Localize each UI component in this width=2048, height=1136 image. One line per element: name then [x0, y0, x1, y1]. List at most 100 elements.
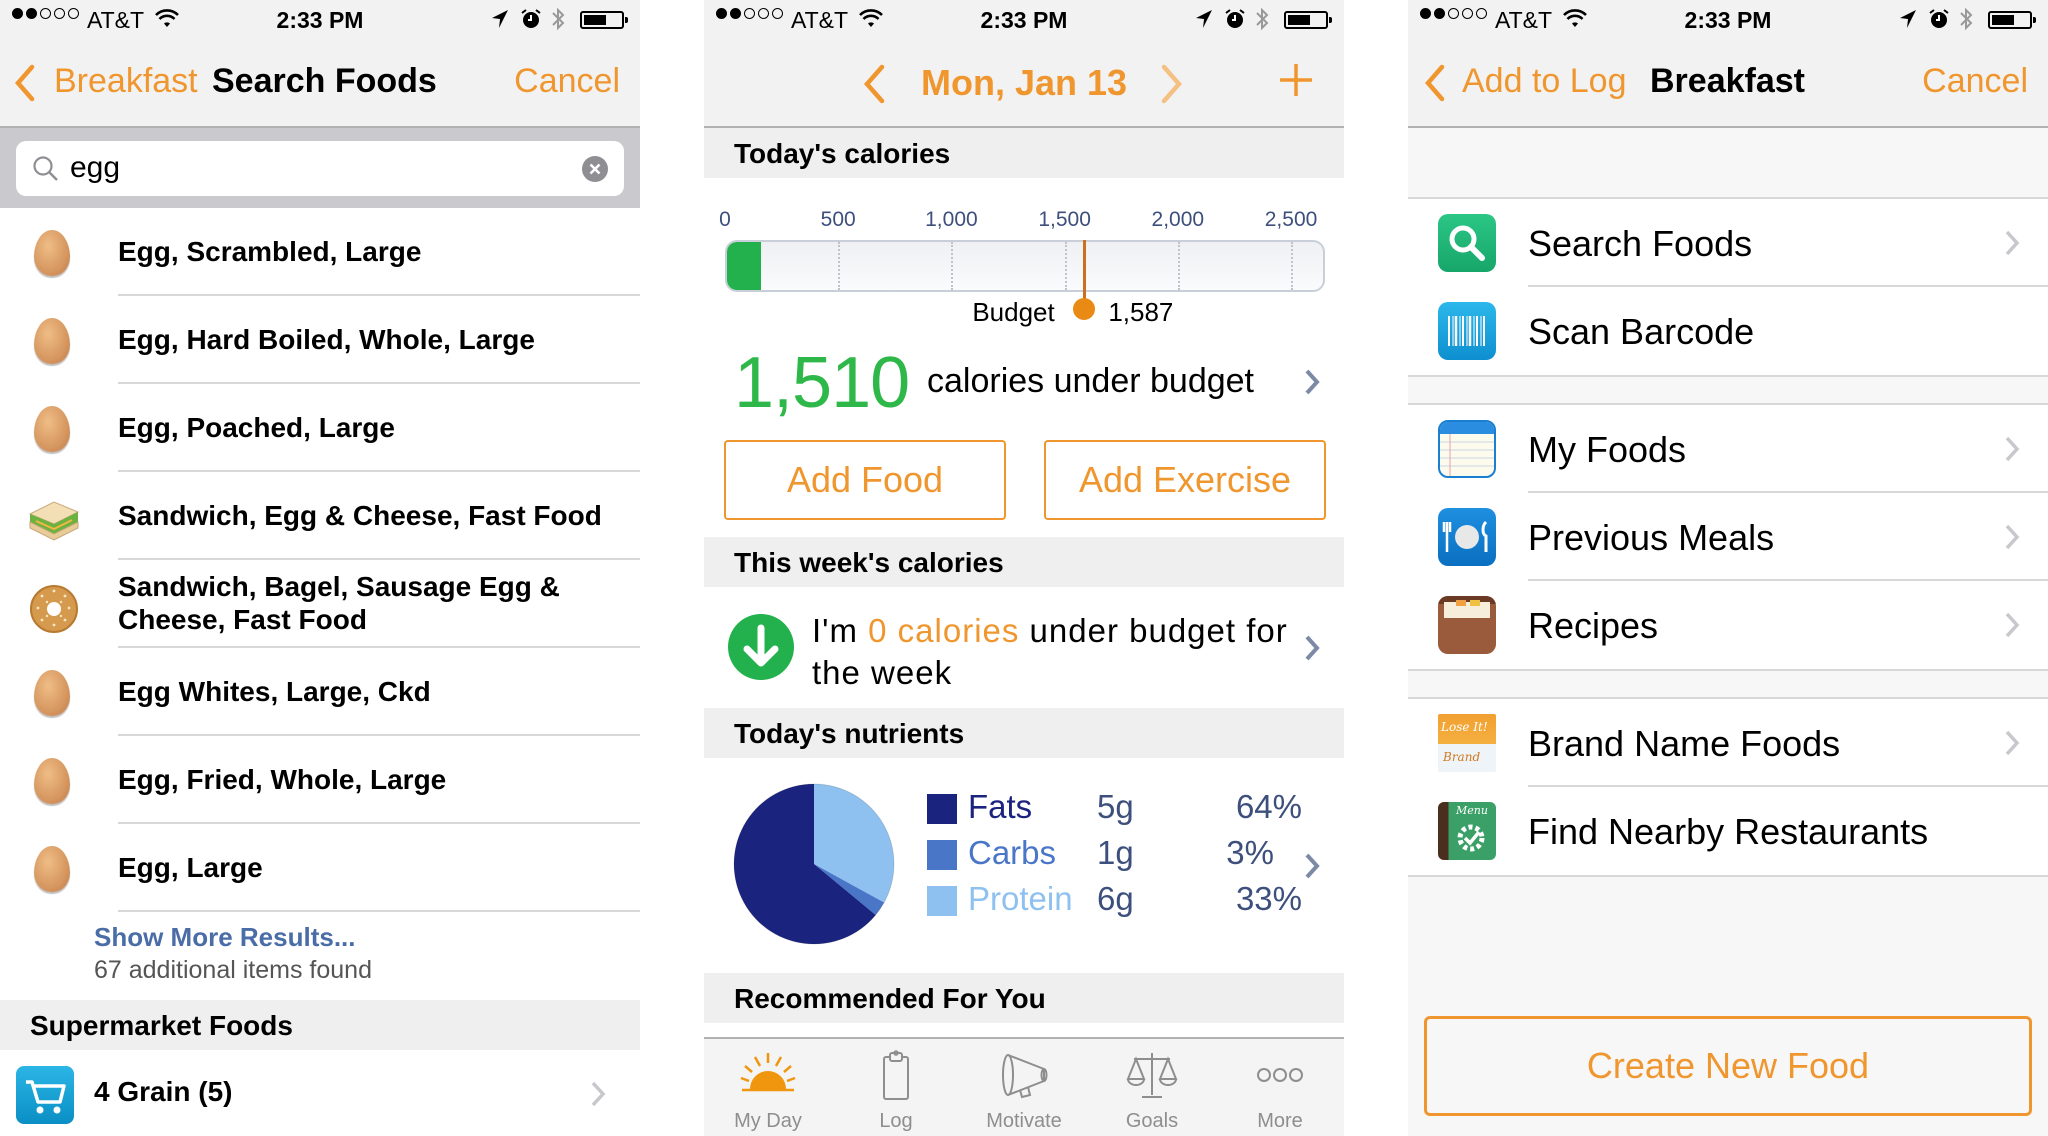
- status-bar: AT&T 2:33 PM: [704, 0, 1344, 40]
- calories-consumed-fill: [727, 242, 761, 290]
- food-result-row[interactable]: Egg Whites, Large, Ckd: [0, 648, 640, 736]
- search-input[interactable]: [70, 149, 550, 187]
- supermarket-item-label: 4 Grain (5): [94, 1076, 233, 1107]
- legend-grams: 6g: [1097, 880, 1134, 917]
- food-result-row[interactable]: Egg, Poached, Large: [0, 384, 640, 472]
- menu-item-search-foods[interactable]: Search Foods: [1408, 199, 2048, 287]
- tab-bar: My Day Log Motivate Goals More: [704, 1037, 1344, 1136]
- legend-label: Protein: [968, 880, 1073, 917]
- legend-row-protein: Protein 6g 33%: [922, 878, 1302, 922]
- chevron-right-icon: [2004, 729, 2020, 762]
- clock: 2:33 PM: [1684, 7, 1772, 33]
- tab-more[interactable]: More: [1216, 1039, 1344, 1136]
- location-arrow-icon: [1898, 8, 1918, 36]
- megaphone-icon: [1002, 1054, 1048, 1099]
- scale-gridline: [1064, 242, 1067, 290]
- plate-icon: [1438, 508, 1496, 566]
- egg-icon: [30, 318, 76, 366]
- egg-icon: [30, 230, 76, 278]
- menu-group-saved: My Foods Previous Meals Recipes: [1408, 403, 2048, 671]
- food-result-label: Egg, Poached, Large: [118, 412, 395, 443]
- back-chevron-icon[interactable]: [14, 64, 36, 107]
- brand-icon-text-top: Lose It!: [1441, 720, 1488, 734]
- menu-item-previous-meals[interactable]: Previous Meals: [1408, 493, 2048, 581]
- menu-item-recipes[interactable]: Recipes: [1408, 581, 2048, 669]
- back-button[interactable]: Breakfast: [54, 62, 198, 101]
- menu-item-brand-name-foods[interactable]: Lose It! Brand Brand Name Foods: [1408, 699, 2048, 787]
- search-foods-icon: [1438, 214, 1496, 272]
- tab-motivate[interactable]: Motivate: [960, 1039, 1088, 1136]
- search-icon: [32, 155, 60, 188]
- search-field[interactable]: [16, 141, 624, 196]
- nav-bar: Add to Log Breakfast Cancel: [1408, 40, 2048, 128]
- tab-my-day[interactable]: My Day: [704, 1039, 832, 1136]
- egg-icon: [30, 758, 76, 806]
- food-result-row[interactable]: Egg, Scrambled, Large: [0, 208, 640, 296]
- show-more-results-link[interactable]: Show More Results...: [94, 922, 356, 953]
- tab-label: Log: [879, 1110, 913, 1132]
- add-plus-icon[interactable]: [1276, 60, 1316, 105]
- add-food-button[interactable]: Add Food: [724, 440, 1006, 520]
- legend-grams: 1g: [1097, 834, 1134, 871]
- menu-item-label: Find Nearby Restaurants: [1528, 811, 1929, 852]
- legend-label: Carbs: [968, 834, 1057, 871]
- status-bar: AT&T 2:33 PM: [0, 0, 640, 40]
- clear-search-icon[interactable]: [582, 156, 608, 182]
- todays-nutrients-header: Today's nutrients: [704, 708, 1344, 758]
- add-exercise-button[interactable]: Add Exercise: [1044, 440, 1326, 520]
- back-chevron-icon[interactable]: [1424, 64, 1446, 107]
- tab-goals[interactable]: Goals: [1088, 1039, 1216, 1136]
- week-calories-highlight: 0 calories: [868, 612, 1020, 649]
- nav-bar: Breakfast Search Foods Cancel: [0, 40, 640, 128]
- menu-item-my-foods[interactable]: My Foods: [1408, 405, 2048, 493]
- food-result-label: Egg, Hard Boiled, Whole, Large: [118, 324, 535, 355]
- food-result-row[interactable]: Egg, Hard Boiled, Whole, Large: [0, 296, 640, 384]
- cancel-button[interactable]: Cancel: [514, 62, 620, 101]
- create-new-food-button[interactable]: Create New Food: [1424, 1016, 2032, 1116]
- todays-calories-header: Today's calories: [704, 128, 1344, 178]
- food-result-row[interactable]: Sandwich, Bagel, Sausage Egg & Cheese, F…: [0, 560, 640, 648]
- scale-tick-label: 1,500: [1038, 208, 1091, 231]
- tab-log[interactable]: Log: [832, 1039, 960, 1136]
- menu-item-scan-barcode[interactable]: Scan Barcode: [1408, 287, 2048, 375]
- food-result-row[interactable]: Egg, Large: [0, 824, 640, 912]
- scale-tick-label: 2,000: [1151, 208, 1205, 231]
- notepad-icon: [1438, 420, 1496, 478]
- egg-icon: [30, 670, 76, 718]
- alarm-clock-icon: [1224, 8, 1246, 36]
- alarm-clock-icon: [1928, 8, 1950, 36]
- bluetooth-icon: [1958, 6, 1974, 38]
- legend-percent: 3%: [1226, 834, 1274, 871]
- legend-row-carbs: Carbs 1g 3%: [922, 832, 1302, 876]
- section-title: Supermarket Foods: [30, 1010, 293, 1041]
- legend-swatch: [927, 886, 957, 916]
- battery-level: [1992, 15, 2014, 25]
- nutrient-pie-chart: [733, 783, 895, 945]
- next-day-button[interactable]: [1160, 64, 1184, 109]
- legend-percent: 33%: [1235, 880, 1302, 917]
- scale-gridline: [951, 242, 954, 290]
- scale-gridline: [838, 242, 841, 290]
- weekly-summary-row[interactable]: I'm 0 calories under budget for the week: [724, 610, 1324, 691]
- budget-value: 1,587: [1108, 297, 1174, 327]
- recommended-header: Recommended For You: [704, 973, 1344, 1023]
- back-button[interactable]: Add to Log: [1462, 62, 1626, 101]
- barcode-icon: [1438, 302, 1496, 360]
- chevron-right-icon: [2004, 611, 2020, 644]
- additional-items-count: 67 additional items found: [94, 956, 372, 984]
- bagel-icon: [30, 582, 78, 633]
- shopping-cart-icon: [16, 1066, 74, 1124]
- brand-book-icon: Lose It! Brand: [1438, 714, 1496, 772]
- alarm-clock-icon: [520, 8, 542, 36]
- food-result-row[interactable]: Egg, Fried, Whole, Large: [0, 736, 640, 824]
- battery-icon: [580, 11, 628, 29]
- menu-item-find-nearby-restaurants[interactable]: Menu Find Nearby Restaurants: [1408, 787, 2048, 875]
- scale-tick-label: 500: [820, 208, 856, 231]
- date-title[interactable]: Mon, Jan 13: [704, 62, 1344, 104]
- chevron-right-icon: [2004, 523, 2020, 556]
- location-arrow-icon: [490, 8, 510, 36]
- food-result-row[interactable]: Sandwich, Egg & Cheese, Fast Food: [0, 472, 640, 560]
- brand-icon-text-bottom: Brand: [1443, 750, 1481, 764]
- bluetooth-icon: [1254, 6, 1270, 38]
- cancel-button[interactable]: Cancel: [1922, 62, 2028, 101]
